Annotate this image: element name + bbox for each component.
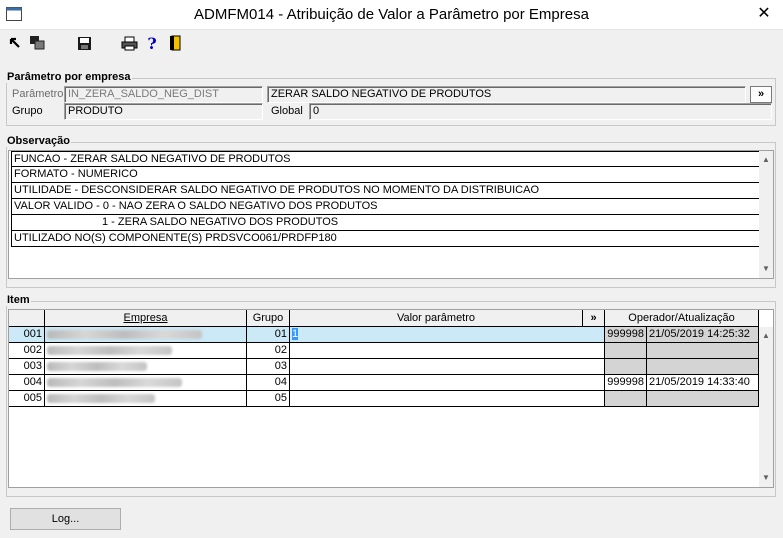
print-icon[interactable] <box>120 34 138 52</box>
row-header-corner <box>9 310 45 327</box>
observacao-line: UTILIZADO NO(S) COMPONENTE(S) PRDSVCO061… <box>11 231 760 247</box>
atualizacao-cell: 21/05/2019 14:33:40 <box>647 375 759 391</box>
observacao-line: FUNCAO - ZERAR SALDO NEGATIVO DE PRODUTO… <box>11 151 760 167</box>
valor-parametro-input[interactable] <box>290 375 605 391</box>
window-title: ADMFM014 - Atribuição de Valor a Parâmet… <box>194 6 589 23</box>
column-header-grupo[interactable]: Grupo <box>247 310 290 327</box>
operador-cell: 999998 <box>605 375 647 391</box>
grupo-cell[interactable]: 02 <box>247 343 290 359</box>
expand-parametro-button[interactable]: » <box>750 86 772 103</box>
empresa-code-cell[interactable]: 001 <box>9 327 45 343</box>
toolbar: ? <box>0 31 783 55</box>
grupo-cell[interactable]: 05 <box>247 391 290 407</box>
operador-cell: 999998 <box>605 327 647 343</box>
parametro-description-field: ZERAR SALDO NEGATIVO DE PRODUTOS <box>267 86 746 103</box>
atualizacao-cell <box>647 343 759 359</box>
exit-icon[interactable] <box>167 34 185 52</box>
global-label: Global <box>271 105 303 117</box>
title-bar: ADMFM014 - Atribuição de Valor a Parâmet… <box>0 0 783 30</box>
scroll-down-icon[interactable]: ▼ <box>759 262 773 276</box>
grupo-label: Grupo <box>12 105 43 117</box>
item-grid-scrollbar[interactable]: ▲ ▼ <box>759 327 773 487</box>
observacao-line: VALOR VALIDO - 0 - NAO ZERA O SALDO NEGA… <box>11 199 760 215</box>
valor-parametro-input[interactable] <box>290 391 605 407</box>
empresa-name-cell[interactable] <box>45 343 247 359</box>
valor-parametro-input[interactable]: 1 <box>290 327 605 343</box>
operador-cell <box>605 391 647 407</box>
observacao-line: FORMATO - NUMERICO <box>11 167 760 183</box>
close-button[interactable]: ✕ <box>753 4 775 24</box>
scroll-up-icon[interactable]: ▲ <box>759 329 773 343</box>
operador-cell <box>605 359 647 375</box>
global-field: 0 <box>309 103 772 120</box>
empresa-code-cell[interactable]: 002 <box>9 343 45 359</box>
navigate-icon[interactable] <box>6 34 24 52</box>
parametro-field: IN_ZERA_SALDO_NEG_DIST <box>64 86 263 103</box>
empresa-name-cell[interactable] <box>45 327 247 343</box>
atualizacao-cell <box>647 391 759 407</box>
windows-icon[interactable] <box>28 34 46 52</box>
valor-parametro-value: 1 <box>292 328 299 340</box>
help-icon[interactable]: ? <box>143 34 161 53</box>
column-header-operador[interactable]: Operador/Atualização <box>605 310 759 327</box>
column-header-valor[interactable]: Valor parâmetro <box>290 310 583 327</box>
observacao-scrollbar[interactable]: ▲ ▼ <box>759 151 773 278</box>
grupo-field: PRODUTO <box>64 103 263 120</box>
observacao-group-title: Observação <box>6 135 71 147</box>
valor-parametro-input[interactable] <box>290 343 605 359</box>
parametro-label: Parâmetro <box>12 88 64 100</box>
observacao-line: 1 - ZERA SALDO NEGATIVO DOS PRODUTOS <box>11 215 760 231</box>
empresa-code-cell[interactable]: 005 <box>9 391 45 407</box>
scroll-up-icon[interactable]: ▲ <box>759 153 773 167</box>
grupo-cell[interactable]: 03 <box>247 359 290 375</box>
column-header-empresa[interactable]: Empresa <box>45 310 247 327</box>
parametro-group-title: Parâmetro por empresa <box>6 71 132 83</box>
observacao-line: UTILIDADE - DESCONSIDERAR SALDO NEGATIVO… <box>11 183 760 199</box>
grupo-cell[interactable]: 04 <box>247 375 290 391</box>
operador-cell <box>605 343 647 359</box>
log-button[interactable]: Log... <box>10 508 121 530</box>
item-grid: Empresa Grupo Valor parâmetro » Operador… <box>8 309 774 488</box>
empresa-name-cell[interactable] <box>45 391 247 407</box>
valor-parametro-input[interactable] <box>290 359 605 375</box>
empresa-name-cell[interactable] <box>45 375 247 391</box>
expand-valor-button[interactable]: » <box>583 310 605 327</box>
empresa-name-cell[interactable] <box>45 359 247 375</box>
scroll-down-icon[interactable]: ▼ <box>759 471 773 485</box>
observacao-text-area[interactable]: FUNCAO - ZERAR SALDO NEGATIVO DE PRODUTO… <box>8 150 774 279</box>
atualizacao-cell <box>647 359 759 375</box>
empresa-code-cell[interactable]: 003 <box>9 359 45 375</box>
grupo-cell[interactable]: 01 <box>247 327 290 343</box>
empresa-code-cell[interactable]: 004 <box>9 375 45 391</box>
item-group-title: Item <box>6 294 31 306</box>
atualizacao-cell: 21/05/2019 14:25:32 <box>647 327 759 343</box>
save-icon[interactable] <box>75 34 93 52</box>
